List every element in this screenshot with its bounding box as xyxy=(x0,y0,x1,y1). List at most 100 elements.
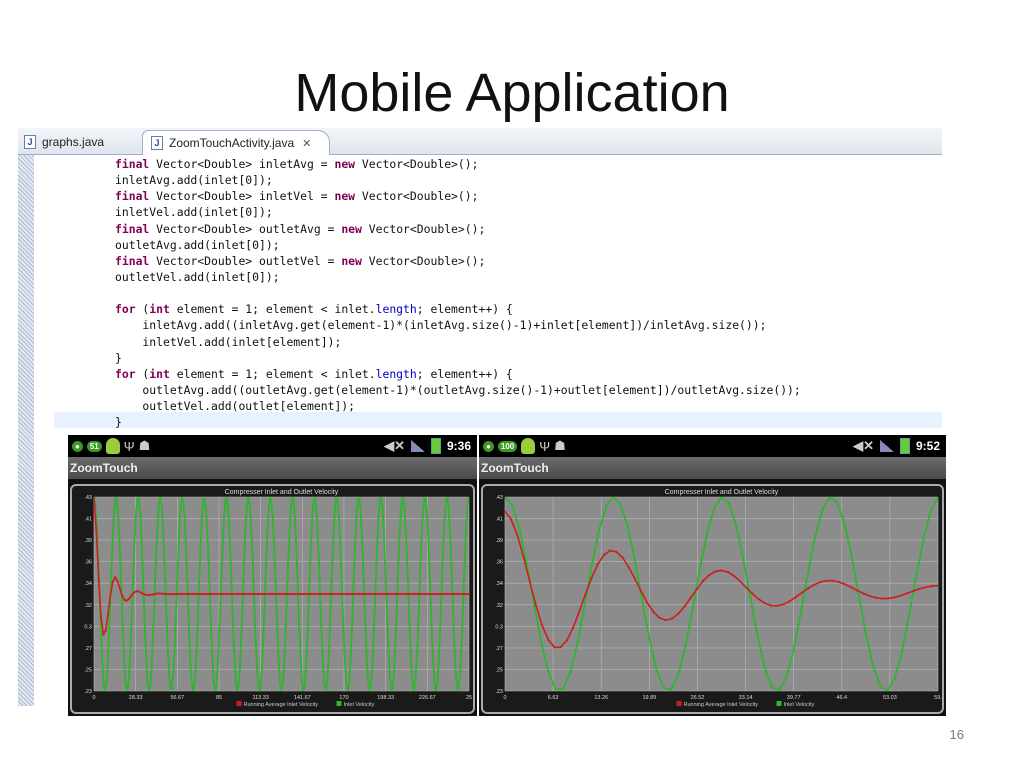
data-point xyxy=(296,592,299,596)
y-tick-label: .23 xyxy=(84,689,92,695)
data-point xyxy=(163,565,166,568)
code-field: length xyxy=(375,366,417,381)
data-point xyxy=(633,577,636,580)
data-point xyxy=(879,685,882,688)
data-point xyxy=(409,592,412,596)
data-point xyxy=(118,549,122,553)
y-tick-label: .36 xyxy=(495,560,503,566)
data-point xyxy=(401,497,404,499)
x-tick-label: 28.33 xyxy=(129,695,143,701)
data-point xyxy=(184,592,187,596)
data-point xyxy=(414,677,417,680)
legend-label: Running Average Inlet Velocity xyxy=(244,702,319,708)
data-point xyxy=(167,671,171,674)
data-point xyxy=(516,534,519,537)
data-point xyxy=(454,675,458,678)
velocity-chart[interactable]: Compresser Inlet and Outlet Velocity .23.… xyxy=(72,486,473,712)
data-point xyxy=(178,532,181,535)
code-line: final Vector<Double> inletVel = new Vect… xyxy=(115,188,801,204)
data-point xyxy=(698,568,701,571)
data-point xyxy=(367,592,370,596)
tab-label: ZoomTouchActivity.java xyxy=(169,136,295,150)
data-point xyxy=(432,592,435,596)
code-line: outletAvg.add((outletAvg.get(element-1)*… xyxy=(115,382,800,398)
data-point xyxy=(365,653,368,656)
close-icon[interactable]: ✕ xyxy=(302,137,311,150)
legend-label: Running Average Inlet Velocity xyxy=(684,702,759,708)
code-token: ; element++) { xyxy=(416,366,513,381)
data-point xyxy=(233,592,236,596)
data-point xyxy=(134,515,137,518)
tab-zoomtouchactivity-java[interactable]: J ZoomTouchActivity.java ✕ xyxy=(142,130,331,155)
data-point xyxy=(219,590,222,593)
data-point xyxy=(199,541,202,544)
data-point xyxy=(918,587,921,590)
data-point xyxy=(850,586,853,589)
data-point xyxy=(377,521,380,525)
data-point xyxy=(327,592,330,596)
data-point xyxy=(278,592,281,596)
data-point xyxy=(111,535,114,539)
data-point xyxy=(182,592,185,595)
data-point xyxy=(428,592,431,596)
data-point xyxy=(590,565,593,568)
data-point xyxy=(727,501,730,505)
data-point xyxy=(609,549,612,552)
data-point xyxy=(379,497,383,499)
code-text[interactable]: final Vector<Double> inletAvg = new Vect… xyxy=(115,156,801,430)
data-point xyxy=(430,622,433,626)
data-point xyxy=(158,592,161,595)
data-point xyxy=(121,594,124,597)
app-title-bar: ZoomTouch xyxy=(479,457,946,479)
data-point xyxy=(176,567,179,570)
data-point xyxy=(102,633,105,636)
tab-graphs-java[interactable]: J graphs.java xyxy=(24,130,104,154)
data-point xyxy=(304,667,308,670)
data-point xyxy=(221,552,224,555)
data-point xyxy=(749,596,752,599)
data-point xyxy=(133,545,136,548)
data-point xyxy=(397,592,400,596)
data-point xyxy=(349,655,352,658)
data-point xyxy=(893,677,896,680)
y-tick-label: .27 xyxy=(495,646,503,652)
data-point xyxy=(518,527,521,530)
data-point xyxy=(590,576,593,579)
code-line: outletVel.add(outlet[element]); xyxy=(115,398,801,414)
data-point xyxy=(742,556,745,559)
data-point xyxy=(385,606,388,610)
data-point xyxy=(400,505,403,509)
data-point xyxy=(264,574,267,577)
data-point xyxy=(268,592,271,596)
data-point xyxy=(173,644,176,647)
x-tick-label: 39.77 xyxy=(787,695,801,701)
data-point xyxy=(266,592,269,596)
data-point xyxy=(463,592,466,596)
data-point xyxy=(457,686,460,689)
legend-swatch xyxy=(676,701,682,706)
data-point xyxy=(250,525,253,528)
data-point xyxy=(459,668,462,671)
data-point xyxy=(756,635,759,638)
x-tick-label: 25 xyxy=(466,695,472,701)
data-point xyxy=(720,569,723,572)
data-point xyxy=(336,592,339,596)
data-point xyxy=(196,618,199,621)
signal-icon xyxy=(410,440,425,452)
java-file-icon: J xyxy=(24,135,36,149)
data-point xyxy=(929,509,932,512)
data-point xyxy=(162,530,165,533)
code-line: inletAvg.add((inletAvg.get(element-1)*(i… xyxy=(115,317,801,333)
data-point xyxy=(244,528,247,531)
code-line: final Vector<Double> outletAvg = new Vec… xyxy=(115,221,801,237)
data-point xyxy=(576,643,579,646)
data-point xyxy=(146,594,149,597)
data-point xyxy=(328,646,331,649)
data-point xyxy=(237,687,240,690)
data-point xyxy=(435,592,438,596)
data-point xyxy=(388,672,391,675)
x-tick-label: 0 xyxy=(503,695,506,701)
data-point xyxy=(240,640,243,643)
velocity-chart[interactable]: Compresser Inlet and Outlet Velocity .23.… xyxy=(483,486,942,712)
y-tick-label: .32 xyxy=(495,603,503,609)
